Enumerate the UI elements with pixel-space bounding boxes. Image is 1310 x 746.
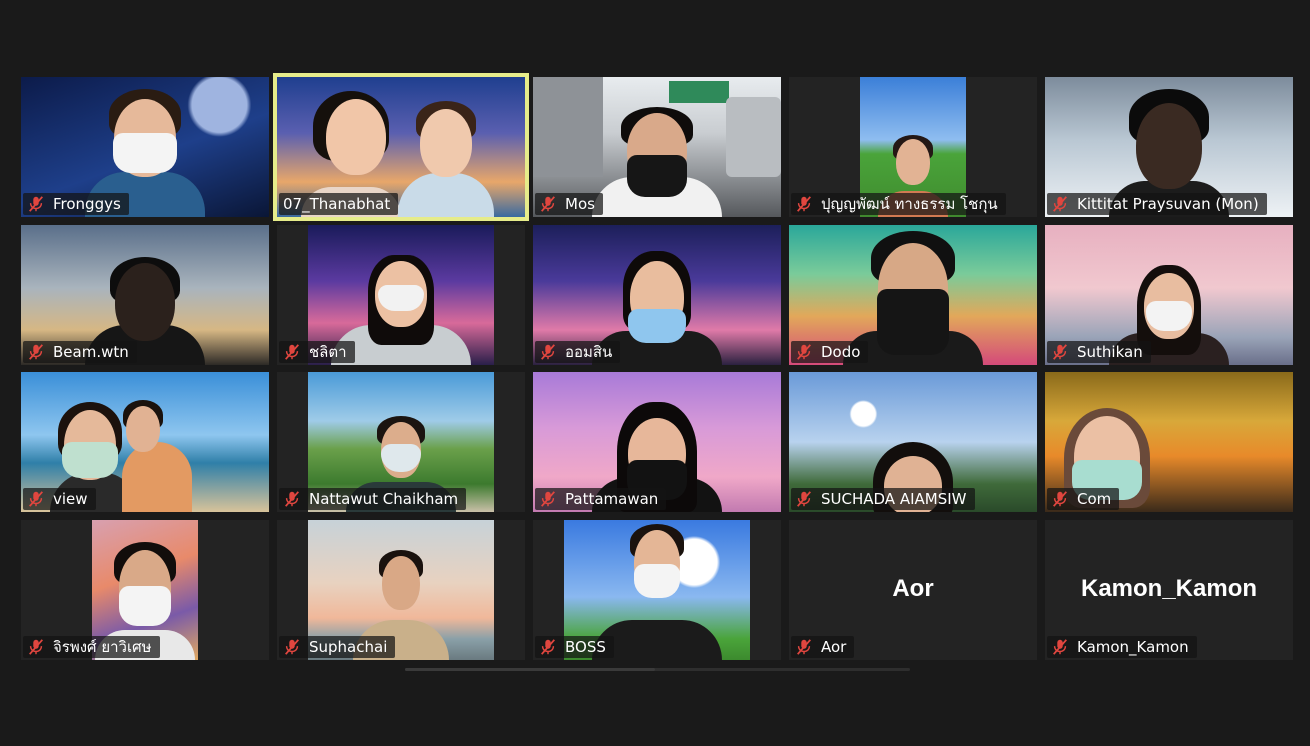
participant-name: Kamon_Kamon [1077,638,1189,656]
participant-name-tag: Nattawut Chaikham [279,488,467,510]
participant-tile-active-speaker[interactable]: 07_Thanabhat [273,73,529,221]
mic-off-icon [1053,344,1067,360]
participant-name-tag: จิรพงศ์ ยาวิเศษ [23,636,160,658]
participant-tile[interactable]: SUCHADA AIAMSIW [789,372,1037,512]
mic-off-icon [541,491,555,507]
mic-off-icon [797,491,811,507]
mic-off-icon [29,639,43,655]
participant-tile[interactable]: Dodo [789,225,1037,365]
gallery-scrollbar-thumb[interactable] [405,668,655,671]
participant-name: Mos [565,195,595,213]
participant-tile[interactable]: Kittitat Praysuvan (Mon) [1045,77,1293,217]
participant-name: ออมสิน [565,343,613,361]
mic-off-icon [797,639,811,655]
mic-off-icon [1053,196,1067,212]
participant-name: Dodo [821,343,861,361]
participant-name-tag: Dodo [791,341,869,363]
participant-name-tag: Aor [791,636,855,658]
participant-tile[interactable]: Suthikan [1045,225,1293,365]
participant-tile[interactable]: Beam.wtn [21,225,269,365]
participant-name-tag: ชลิตา [279,341,355,363]
participant-tile[interactable]: Suphachai [277,520,525,660]
participant-tile[interactable]: ชลิตา [277,225,525,365]
participant-tile-video-off[interactable]: Aor Aor [789,520,1037,660]
participant-display-name: Aor [892,575,934,602]
participant-name-tag: ปุญญพัฒน์ ทางธรรม โชกุน [791,193,1006,215]
participant-tile[interactable]: Nattawut Chaikham [277,372,525,512]
participant-name: Kittitat Praysuvan (Mon) [1077,195,1259,213]
participant-name: Suthikan [1077,343,1143,361]
participant-name-tag: Kittitat Praysuvan (Mon) [1047,193,1267,215]
participant-name: SUCHADA AIAMSIW [821,490,967,508]
participant-name: Pattamawan [565,490,659,508]
mic-off-icon [541,196,555,212]
participant-name: Fronggys [53,195,121,213]
participant-name-tag: Suphachai [279,636,396,658]
participant-tile[interactable]: Pattamawan [533,372,781,512]
participant-name-tag: Pattamawan [535,488,667,510]
mic-off-icon [541,639,555,655]
mic-off-icon [541,344,555,360]
participant-name-tag: BOSS [535,636,614,658]
mic-off-icon [1053,639,1067,655]
participant-name: Aor [821,638,847,656]
participant-name-tag: Fronggys [23,193,129,215]
participant-name: จิรพงศ์ ยาวิเศษ [53,638,152,656]
participant-tile[interactable]: Mos [533,77,781,217]
participant-tile[interactable]: ออมสิน [533,225,781,365]
gallery-grid: Fronggys 07_Thanabhat Mos ปุญญพัฒน์ ทางธ… [0,0,1310,746]
gallery-scrollbar[interactable] [405,668,910,671]
participant-name: BOSS [565,638,606,656]
mic-off-icon [797,344,811,360]
participant-name-tag: Mos [535,193,603,215]
participant-display-name: Kamon_Kamon [1080,575,1258,602]
participant-name: ชลิตา [309,343,347,361]
participant-tile[interactable]: BOSS [533,520,781,660]
participant-name: view [53,490,88,508]
mic-off-icon [29,344,43,360]
participant-tile[interactable]: จิรพงศ์ ยาวิเศษ [21,520,269,660]
mic-off-icon [285,491,299,507]
participant-tile[interactable]: Com [1045,372,1293,512]
participant-name-tag: Beam.wtn [23,341,137,363]
participant-name-tag: view [23,488,96,510]
participant-name: 07_Thanabhat [283,195,391,213]
participant-name: Beam.wtn [53,343,129,361]
participant-name: ปุญญพัฒน์ ทางธรรม โชกุน [821,195,998,213]
participant-name: Com [1077,490,1112,508]
mic-off-icon [1053,491,1067,507]
participant-tile[interactable]: view [21,372,269,512]
mic-off-icon [285,639,299,655]
participant-name-tag: SUCHADA AIAMSIW [791,488,975,510]
mic-off-icon [285,344,299,360]
participant-name: Suphachai [309,638,388,656]
participant-name-tag: ออมสิน [535,341,621,363]
participant-tile[interactable]: Fronggys [21,77,269,217]
participant-name-tag: Com [1047,488,1120,510]
mic-off-icon [29,196,43,212]
participant-tile-video-off[interactable]: Kamon_Kamon Kamon_Kamon [1045,520,1293,660]
participant-name-tag: 07_Thanabhat [279,193,399,215]
participant-name: Nattawut Chaikham [309,490,459,508]
mic-off-icon [29,491,43,507]
participant-name-tag: Kamon_Kamon [1047,636,1197,658]
participant-tile[interactable]: ปุญญพัฒน์ ทางธรรม โชกุน [789,77,1037,217]
participant-name-tag: Suthikan [1047,341,1151,363]
mic-off-icon [797,196,811,212]
